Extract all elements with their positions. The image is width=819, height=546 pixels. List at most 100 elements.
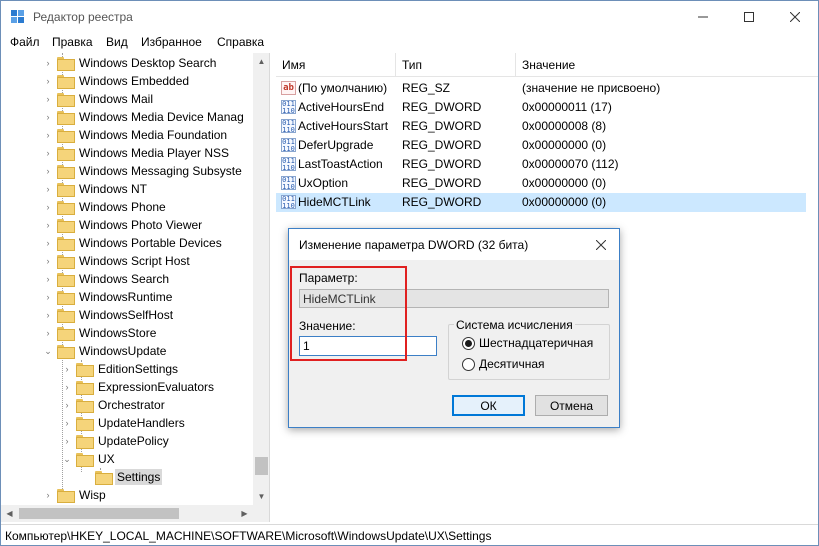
minimize-button[interactable] xyxy=(680,1,726,32)
chevron-down-icon[interactable]: ⌄ xyxy=(43,346,53,357)
tree-item[interactable]: Settings xyxy=(81,468,163,486)
tree-item[interactable]: ⌄ UX xyxy=(62,450,117,468)
tree-item[interactable]: › Windows Script Host xyxy=(43,252,192,270)
chevron-right-icon[interactable]: › xyxy=(43,58,53,68)
tree-item[interactable]: › WindowsStore xyxy=(43,324,158,342)
menu-help[interactable]: Справка xyxy=(217,35,264,49)
menu-file[interactable]: Файл xyxy=(10,35,40,49)
tree-item[interactable]: › EditionSettings xyxy=(62,360,180,378)
folder-icon xyxy=(57,327,75,341)
column-type[interactable]: Тип xyxy=(396,53,516,77)
value-row[interactable]: 011 110 HideMCTLink REG_DWORD 0x00000000 (0) xyxy=(276,193,806,212)
radio-decimal[interactable]: Десятичная xyxy=(462,357,545,371)
value-row[interactable]: 011 110 UxOption REG_DWORD 0x00000000 (0) xyxy=(276,174,806,193)
tree-item[interactable]: › WindowsSelfHost xyxy=(43,306,175,324)
tree-item[interactable]: › Windows Messaging Subsyste xyxy=(43,162,244,180)
chevron-right-icon[interactable]: › xyxy=(43,94,53,104)
base-group xyxy=(448,324,610,380)
tree-item[interactable]: › ExpressionEvaluators xyxy=(62,378,216,396)
maximize-button[interactable] xyxy=(726,1,772,32)
column-name[interactable]: Имя xyxy=(276,53,396,77)
tree-item[interactable]: › Windows Desktop Search xyxy=(43,54,218,72)
chevron-right-icon[interactable]: › xyxy=(43,148,53,158)
tree-horizontal-scrollbar[interactable]: ◀ ▶ xyxy=(1,505,269,522)
chevron-down-icon[interactable]: ⌄ xyxy=(62,454,72,465)
menu-edit[interactable]: Правка xyxy=(52,35,93,49)
tree-item[interactable]: › Windows Mail xyxy=(43,90,155,108)
registry-editor-icon xyxy=(11,10,24,23)
scroll-right-arrow-icon[interactable]: ▶ xyxy=(236,505,253,522)
chevron-right-icon[interactable]: › xyxy=(62,364,72,374)
column-value[interactable]: Значение xyxy=(516,53,806,77)
value-type-cell: REG_DWORD xyxy=(402,119,482,133)
scroll-thumb[interactable] xyxy=(255,457,268,475)
scroll-left-arrow-icon[interactable]: ◀ xyxy=(1,505,18,522)
menu-favorites[interactable]: Избранное xyxy=(141,35,202,49)
dword-value-icon: 011 110 xyxy=(281,100,296,114)
chevron-right-icon[interactable]: › xyxy=(62,382,72,392)
scroll-thumb[interactable] xyxy=(19,508,179,519)
chevron-right-icon[interactable]: › xyxy=(62,400,72,410)
chevron-right-icon[interactable]: › xyxy=(43,130,53,140)
dialog-close-button[interactable] xyxy=(591,235,611,255)
value-data-input[interactable] xyxy=(299,336,437,356)
value-row[interactable]: 011 110 ActiveHoursEnd REG_DWORD 0x00000011 … xyxy=(276,98,806,117)
tree-item[interactable]: › Wisp xyxy=(43,486,108,504)
value-row[interactable]: 011 110 LastToastAction REG_DWORD 0x00000070… xyxy=(276,155,806,174)
chevron-right-icon[interactable]: › xyxy=(62,436,72,446)
chevron-right-icon[interactable]: › xyxy=(62,418,72,428)
ok-button[interactable]: ОК xyxy=(452,395,525,416)
tree-item[interactable]: › Windows Embedded xyxy=(43,72,191,90)
chevron-right-icon[interactable]: › xyxy=(43,256,53,266)
tree-item[interactable]: › Windows Portable Devices xyxy=(43,234,224,252)
dialog-title-bar[interactable]: Изменение параметра DWORD (32 бита) xyxy=(289,229,619,260)
folder-icon xyxy=(57,489,75,503)
chevron-right-icon[interactable]: › xyxy=(43,112,53,122)
chevron-right-icon[interactable]: › xyxy=(43,292,53,302)
chevron-right-icon[interactable]: › xyxy=(43,166,53,176)
radio-hexadecimal[interactable]: Шестнадцатеричная xyxy=(462,336,593,350)
folder-icon xyxy=(57,309,75,323)
tree-item[interactable]: › Windows Media Player NSS xyxy=(43,144,231,162)
tree-item[interactable]: › Windows Media Device Manag xyxy=(43,108,246,126)
value-row[interactable]: 011 110 DeferUpgrade REG_DWORD 0x00000000 (0… xyxy=(276,136,806,155)
chevron-right-icon[interactable]: › xyxy=(43,76,53,86)
value-row[interactable]: 011 110 ActiveHoursStart REG_DWORD 0x0000000… xyxy=(276,117,806,136)
chevron-right-icon[interactable]: › xyxy=(43,202,53,212)
radio-unchecked-icon[interactable] xyxy=(462,357,475,371)
tree-item[interactable]: › Windows Search xyxy=(43,270,171,288)
value-row[interactable]: ab (По умолчанию) REG_SZ (значение не присв… xyxy=(276,79,806,98)
tree-vertical-scrollbar[interactable]: ▲ ▼ xyxy=(253,53,269,505)
value-name-field: HideMCTLink xyxy=(299,289,609,308)
value-label: Значение: xyxy=(299,319,356,333)
chevron-right-icon[interactable]: › xyxy=(43,490,53,500)
list-header: Имя Тип Значение xyxy=(276,53,818,77)
tree-item[interactable]: › Orchestrator xyxy=(62,396,167,414)
chevron-right-icon[interactable]: › xyxy=(43,238,53,248)
scroll-down-arrow-icon[interactable]: ▼ xyxy=(253,488,269,505)
cancel-button[interactable]: Отмена xyxy=(535,395,608,416)
tree-item[interactable]: › Windows Media Foundation xyxy=(43,126,229,144)
chevron-right-icon[interactable]: › xyxy=(43,328,53,338)
tree-item[interactable]: › Windows NT xyxy=(43,180,149,198)
tree-item-label: Windows Photo Viewer xyxy=(79,218,203,232)
chevron-right-icon[interactable]: › xyxy=(43,274,53,284)
key-tree[interactable]: › Windows Desktop Search › Windows Embedded… xyxy=(1,53,270,522)
value-data-cell: 0x00000000 (0) xyxy=(522,195,607,209)
chevron-right-icon[interactable]: › xyxy=(43,220,53,230)
chevron-right-icon[interactable]: › xyxy=(43,310,53,320)
tree-item[interactable]: › UpdateHandlers xyxy=(62,414,187,432)
title-bar[interactable]: Редактор реестра xyxy=(1,1,818,32)
scroll-up-arrow-icon[interactable]: ▲ xyxy=(253,53,269,70)
tree-item[interactable]: › UpdatePolicy xyxy=(62,432,171,450)
close-button[interactable] xyxy=(772,1,818,32)
radio-checked-icon[interactable] xyxy=(462,336,475,350)
menu-view[interactable]: Вид xyxy=(106,35,128,49)
value-type-cell: REG_SZ xyxy=(402,81,451,95)
chevron-right-icon[interactable]: › xyxy=(43,184,53,194)
tree-item[interactable]: › Windows Phone xyxy=(43,198,168,216)
folder-icon xyxy=(95,471,113,485)
tree-item[interactable]: › Windows Photo Viewer xyxy=(43,216,204,234)
tree-item[interactable]: › WindowsRuntime xyxy=(43,288,174,306)
tree-item[interactable]: ⌄ WindowsUpdate xyxy=(43,342,168,360)
